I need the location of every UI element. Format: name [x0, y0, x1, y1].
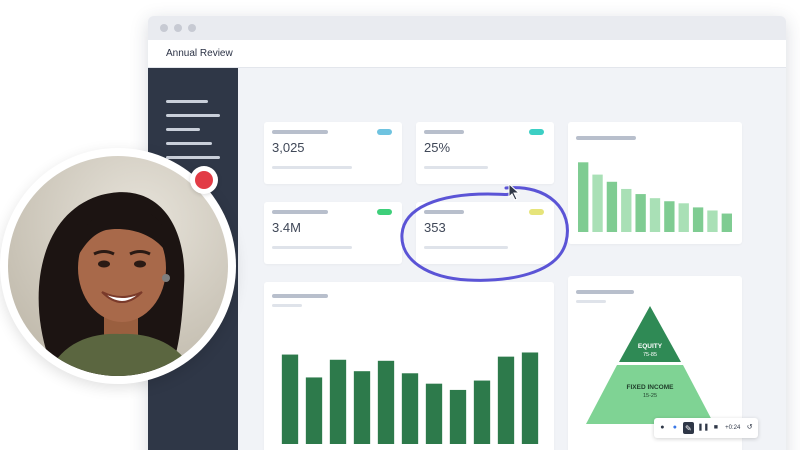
pen-icon[interactable]: ✎ — [683, 422, 694, 434]
trend-bar-chart — [578, 162, 732, 232]
main-chart-bar-6 — [401, 373, 419, 444]
main-chart-bar-11 — [521, 352, 539, 444]
main-chart-card[interactable] — [264, 282, 554, 450]
kpi-card-3[interactable]: 3.4M — [264, 202, 402, 264]
main-chart-bar-8 — [449, 389, 467, 444]
kpi-label — [424, 130, 464, 134]
trend-chart-bar-6 — [649, 198, 661, 232]
kpi-accent-pill — [377, 209, 392, 215]
pause-icon[interactable]: ❚❚ — [698, 422, 710, 434]
trend-chart-bar-4 — [621, 188, 632, 232]
recording-toolbar: ● ● ✎ ❚❚ ■ +0:24 ↺ — [654, 418, 758, 438]
record-dot-icon[interactable] — [195, 171, 213, 189]
main-chart-bar-5 — [377, 360, 395, 444]
stop-icon[interactable]: ■ — [712, 422, 721, 434]
sidebar-item-1[interactable] — [166, 100, 208, 103]
window-dot-close[interactable] — [160, 24, 168, 32]
window-dot-minimize[interactable] — [174, 24, 182, 32]
tab-bar: Annual Review — [148, 40, 786, 68]
trend-chart-bar-10 — [707, 210, 718, 232]
pyramid-fixed-income-range: 15-25 — [643, 393, 657, 399]
cursor-icon — [508, 183, 521, 201]
tab-annual-review[interactable]: Annual Review — [166, 48, 233, 59]
stage: Annual Review 3,025 25% 3.4M 353 EQUITY … — [0, 0, 800, 450]
kpi-value: 3,025 — [272, 140, 305, 155]
kpi-label — [272, 210, 328, 214]
window-dot-maximize[interactable] — [188, 24, 196, 32]
main-chart-bar-4 — [353, 371, 371, 444]
circle-annotation — [400, 186, 569, 282]
kpi-card-1[interactable]: 3,025 — [264, 122, 402, 184]
undo-icon[interactable]: ↺ — [745, 422, 754, 434]
kpi-value: 25% — [424, 140, 451, 155]
kpi-accent-pill — [377, 129, 392, 135]
main-chart-bar-1 — [281, 354, 299, 444]
sidebar-item-5[interactable] — [166, 156, 220, 159]
trend-chart-bar-3 — [606, 181, 618, 232]
window-titlebar — [148, 16, 786, 40]
kpi-subtext — [424, 166, 488, 169]
kpi-subtext — [272, 246, 352, 249]
main-chart-bar-9 — [473, 380, 491, 444]
trend-chart-bar-9 — [692, 207, 704, 232]
trend-chart-bar-7 — [664, 201, 675, 232]
color-dot-icon[interactable]: ● — [671, 422, 680, 434]
trend-chart-bar-1 — [578, 162, 589, 232]
kpi-label — [272, 130, 328, 134]
main-chart-bar-10 — [497, 356, 515, 444]
pyramid-equity-label: EQUITY — [638, 343, 663, 350]
kpi-card-2[interactable]: 25% — [416, 122, 554, 184]
kpi-value: 3.4M — [272, 220, 301, 235]
pyramid-fixed-income-label: FIXED INCOME — [627, 384, 675, 391]
pyramid-equity-range: 75-85 — [643, 352, 657, 358]
main-bar-chart — [281, 352, 539, 444]
main-chart-bar-2 — [305, 377, 323, 444]
trend-chart-bar-5 — [635, 194, 646, 232]
sidebar-item-3[interactable] — [166, 128, 200, 131]
trend-chart-bar-8 — [678, 203, 689, 232]
trend-chart-bar-2 — [592, 174, 603, 232]
trend-chart-card[interactable] — [568, 122, 742, 244]
kpi-accent-pill — [529, 129, 544, 135]
sidebar-item-2[interactable] — [166, 114, 220, 117]
record-small-dot-icon[interactable]: ● — [658, 422, 667, 434]
main-chart-bar-3 — [329, 359, 347, 444]
trend-chart-bar-11 — [721, 213, 732, 232]
main-chart-bar-7 — [425, 383, 443, 444]
sidebar-item-4[interactable] — [166, 142, 212, 145]
recording-timer: +0:24 — [725, 425, 741, 431]
kpi-subtext — [272, 166, 352, 169]
